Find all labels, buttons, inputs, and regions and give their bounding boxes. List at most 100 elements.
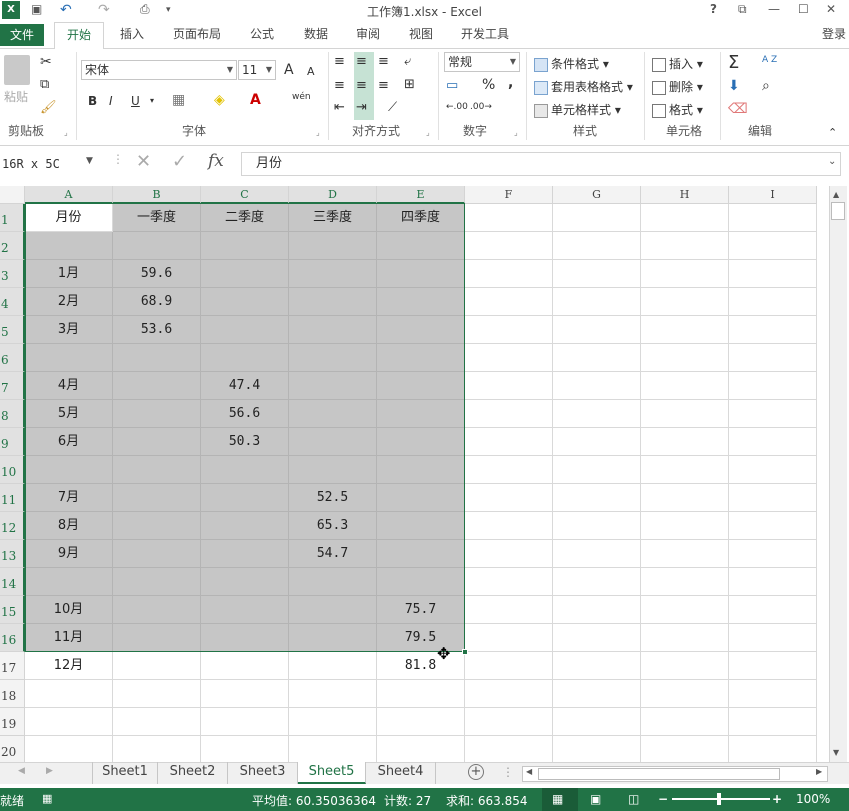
cell-e6[interactable] xyxy=(377,344,465,372)
enter-icon[interactable]: ✓ xyxy=(172,151,187,172)
cell-b19[interactable] xyxy=(113,708,201,736)
cell-g5[interactable] xyxy=(553,316,641,344)
align-left-icon[interactable]: ≡ xyxy=(334,78,345,93)
cell-i3[interactable] xyxy=(729,260,817,288)
cell-c1[interactable]: 二季度 xyxy=(201,204,289,232)
align-right-icon[interactable]: ≡ xyxy=(378,78,389,93)
cell-h16[interactable] xyxy=(641,624,729,652)
cell-g20[interactable] xyxy=(553,736,641,764)
new-sheet-icon[interactable]: + xyxy=(468,764,484,780)
cell-c8[interactable]: 56.6 xyxy=(201,400,289,428)
cell-c2[interactable] xyxy=(201,232,289,260)
cell-d2[interactable] xyxy=(289,232,377,260)
cell-h18[interactable] xyxy=(641,680,729,708)
row-header[interactable]: 9 xyxy=(0,428,25,456)
wrap-text-icon[interactable]: ⤶ xyxy=(404,54,411,69)
cell-c14[interactable] xyxy=(201,568,289,596)
cell-f13[interactable] xyxy=(465,540,553,568)
column-header-c[interactable]: C xyxy=(201,186,289,204)
cell-d11[interactable]: 52.5 xyxy=(289,484,377,512)
cell-f4[interactable] xyxy=(465,288,553,316)
cell-e5[interactable] xyxy=(377,316,465,344)
cell-h11[interactable] xyxy=(641,484,729,512)
row-header[interactable]: 4 xyxy=(0,288,25,316)
cell-f8[interactable] xyxy=(465,400,553,428)
cell-f9[interactable] xyxy=(465,428,553,456)
cell-g10[interactable] xyxy=(553,456,641,484)
cell-d3[interactable] xyxy=(289,260,377,288)
column-header-h[interactable]: H xyxy=(641,186,729,204)
prev-sheet-icon[interactable]: ◀ xyxy=(18,766,25,776)
cell-b13[interactable] xyxy=(113,540,201,568)
cell-d7[interactable] xyxy=(289,372,377,400)
cell-d13[interactable]: 54.7 xyxy=(289,540,377,568)
cell-b8[interactable] xyxy=(113,400,201,428)
cell-c19[interactable] xyxy=(201,708,289,736)
cell-h10[interactable] xyxy=(641,456,729,484)
chevron-down-icon[interactable]: ▼ xyxy=(86,156,93,166)
cell-e11[interactable] xyxy=(377,484,465,512)
cell-f2[interactable] xyxy=(465,232,553,260)
column-header-g[interactable]: G xyxy=(553,186,641,204)
page-layout-view-icon[interactable]: ▣ xyxy=(590,792,601,806)
column-header-f[interactable]: F xyxy=(465,186,553,204)
cell-h4[interactable] xyxy=(641,288,729,316)
font-name-combo[interactable]: 宋体 ▼ xyxy=(81,60,237,80)
row-header[interactable]: 20 xyxy=(0,736,25,764)
cell-i13[interactable] xyxy=(729,540,817,568)
cell-c10[interactable] xyxy=(201,456,289,484)
maximize-icon[interactable]: ☐ xyxy=(798,2,809,16)
cell-c9[interactable]: 50.3 xyxy=(201,428,289,456)
scroll-up-icon[interactable]: ▲ xyxy=(833,190,839,199)
cell-f10[interactable] xyxy=(465,456,553,484)
cell-a3[interactable]: 1月 xyxy=(25,260,113,288)
cell-g4[interactable] xyxy=(553,288,641,316)
chevron-down-icon[interactable]: ▾ xyxy=(150,96,154,105)
phonetic-button[interactable]: wén xyxy=(292,92,311,102)
row-header[interactable]: 1 xyxy=(0,204,25,232)
tab-formulas[interactable]: 公式 xyxy=(242,22,282,48)
cell-g18[interactable] xyxy=(553,680,641,708)
percent-style-button[interactable]: % xyxy=(482,77,495,93)
collapse-ribbon-icon[interactable]: ⌃ xyxy=(828,126,837,139)
cell-f18[interactable] xyxy=(465,680,553,708)
login-link[interactable]: 登录 xyxy=(818,22,849,48)
row-header[interactable]: 6 xyxy=(0,344,25,372)
cell-e9[interactable] xyxy=(377,428,465,456)
cell-a7[interactable]: 4月 xyxy=(25,372,113,400)
cell-e20[interactable] xyxy=(377,736,465,764)
cell-i18[interactable] xyxy=(729,680,817,708)
cell-b16[interactable] xyxy=(113,624,201,652)
autosum-icon[interactable]: Σ xyxy=(728,52,739,73)
cell-d17[interactable] xyxy=(289,652,377,680)
cell-h19[interactable] xyxy=(641,708,729,736)
row-header[interactable]: 15 xyxy=(0,596,25,624)
cell-d18[interactable] xyxy=(289,680,377,708)
expand-formula-bar-icon[interactable]: ⌄ xyxy=(828,156,836,167)
cell-d19[interactable] xyxy=(289,708,377,736)
cell-a13[interactable]: 9月 xyxy=(25,540,113,568)
cell-f20[interactable] xyxy=(465,736,553,764)
cell-d14[interactable] xyxy=(289,568,377,596)
cell-f11[interactable] xyxy=(465,484,553,512)
cell-d10[interactable] xyxy=(289,456,377,484)
scroll-down-icon[interactable]: ▼ xyxy=(833,748,839,757)
cell-a12[interactable]: 8月 xyxy=(25,512,113,540)
find-select-icon[interactable]: ⌕ xyxy=(762,78,770,94)
cell-b11[interactable] xyxy=(113,484,201,512)
cell-c3[interactable] xyxy=(201,260,289,288)
cell-b5[interactable]: 53.6 xyxy=(113,316,201,344)
cell-e8[interactable] xyxy=(377,400,465,428)
cell-c20[interactable] xyxy=(201,736,289,764)
cell-a9[interactable]: 6月 xyxy=(25,428,113,456)
clipboard-launcher-icon[interactable]: ⌟ xyxy=(64,128,68,137)
cell-a18[interactable] xyxy=(25,680,113,708)
cell-f14[interactable] xyxy=(465,568,553,596)
sheet-tab-sheet5[interactable]: Sheet5 xyxy=(298,762,366,784)
accounting-format-icon[interactable]: ▭ xyxy=(446,78,458,93)
cell-h15[interactable] xyxy=(641,596,729,624)
cell-i10[interactable] xyxy=(729,456,817,484)
cell-b6[interactable] xyxy=(113,344,201,372)
cell-c13[interactable] xyxy=(201,540,289,568)
cell-i5[interactable] xyxy=(729,316,817,344)
